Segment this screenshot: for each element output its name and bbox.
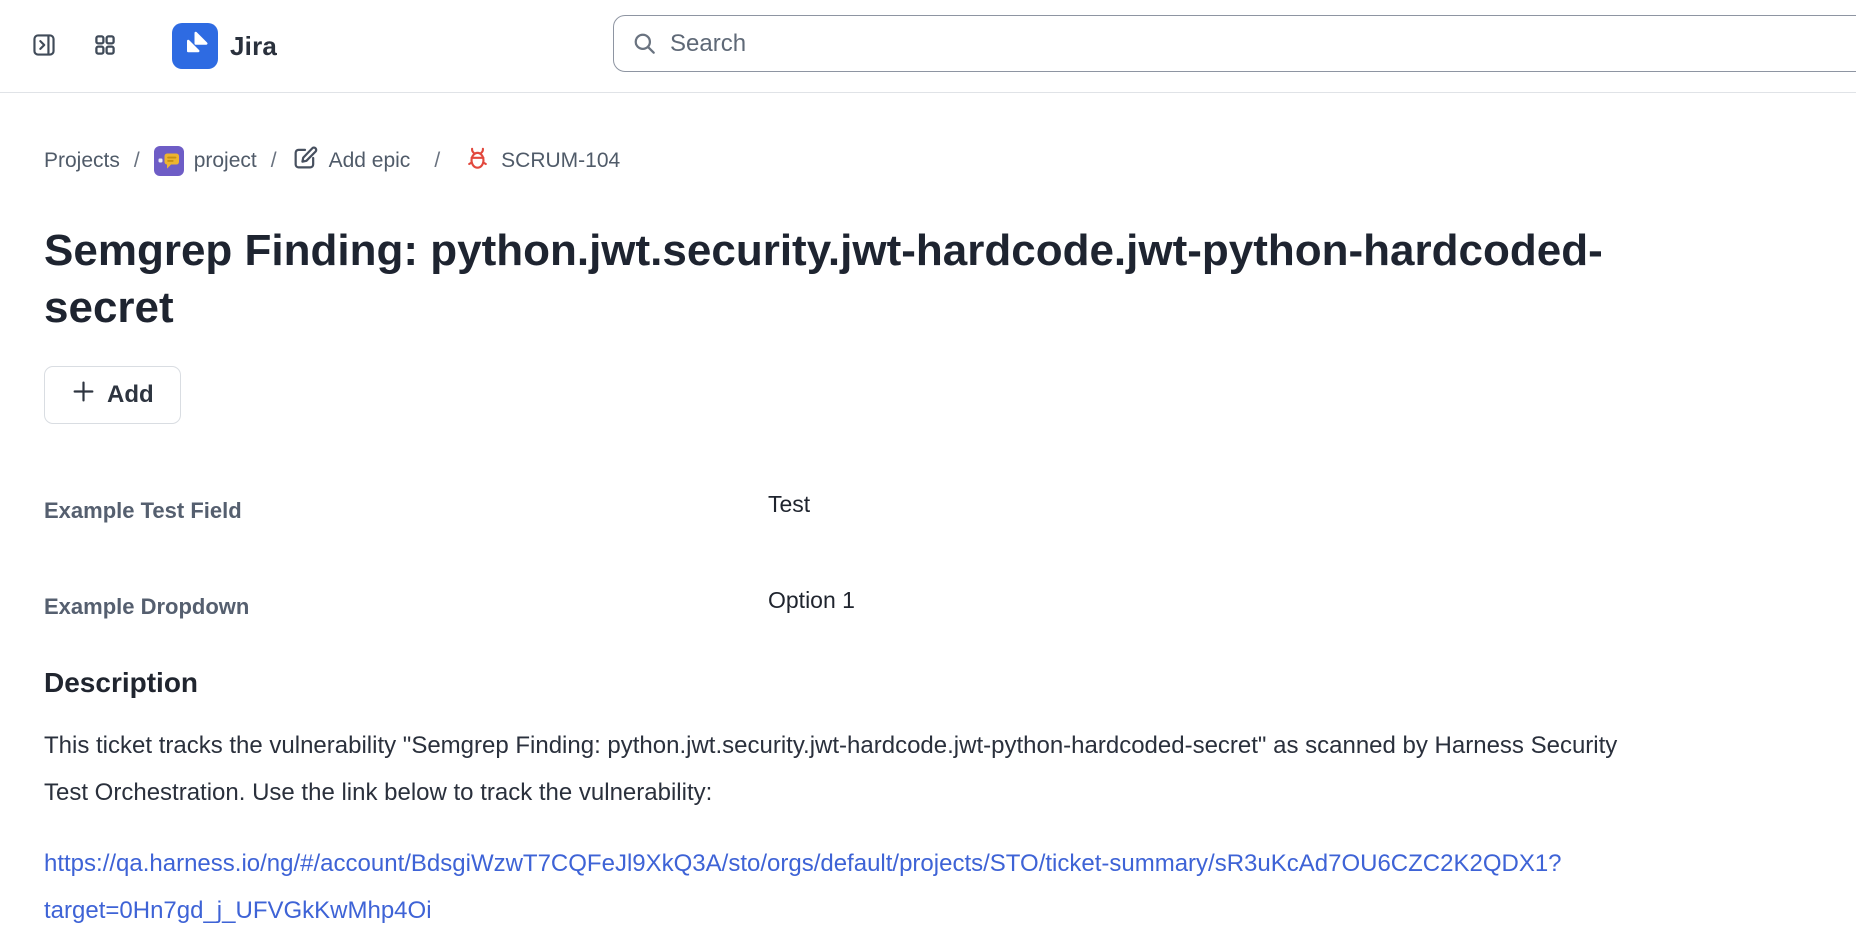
breadcrumb-add-epic[interactable]: Add epic: [291, 144, 411, 178]
description-section: Description This ticket tracks the vulne…: [44, 666, 1812, 934]
sidebar-toggle-button[interactable]: [31, 33, 57, 59]
breadcrumb: Projects / project /: [44, 145, 1812, 177]
field-value-example-test-field[interactable]: Test: [768, 487, 1812, 521]
breadcrumb-separator: /: [271, 149, 277, 173]
global-search: [613, 15, 1856, 72]
breadcrumb-separator: /: [134, 149, 140, 173]
app-switcher-button[interactable]: [93, 34, 117, 58]
add-button[interactable]: Add: [44, 366, 181, 424]
jira-logo[interactable]: [172, 23, 218, 69]
field-label-example-test-field: Example Test Field: [44, 494, 768, 528]
breadcrumb-separator: /: [434, 149, 440, 173]
breadcrumb-issue-key[interactable]: SCRUM-104: [464, 145, 620, 178]
top-navigation-bar: Jira: [0, 0, 1856, 93]
bug-icon: [464, 145, 491, 178]
search-input[interactable]: [670, 16, 1856, 71]
app-name: Jira: [230, 31, 277, 62]
app-grid-icon: [93, 33, 117, 60]
field-label-example-dropdown: Example Dropdown: [44, 590, 768, 624]
breadcrumb-projects[interactable]: Projects: [44, 149, 120, 173]
edit-icon: [291, 144, 319, 178]
jira-logo-icon: [180, 29, 210, 64]
breadcrumb-project[interactable]: project: [154, 146, 257, 176]
issue-view: Projects / project /: [0, 145, 1856, 934]
sidebar-expand-icon: [31, 32, 57, 61]
project-avatar-icon: [154, 146, 184, 176]
description-heading: Description: [44, 666, 1812, 700]
vulnerability-link[interactable]: https://qa.harness.io/ng/#/account/Bdsgi…: [44, 840, 1629, 934]
custom-fields: Example Test Field Test Example Dropdown…: [44, 494, 1812, 624]
issue-title[interactable]: Semgrep Finding: python.jwt.security.jwt…: [44, 222, 1704, 336]
field-value-example-dropdown[interactable]: Option 1: [768, 583, 1812, 617]
search-icon: [631, 30, 658, 57]
plus-icon: [71, 379, 96, 411]
description-body: This ticket tracks the vulnerability "Se…: [44, 722, 1629, 816]
